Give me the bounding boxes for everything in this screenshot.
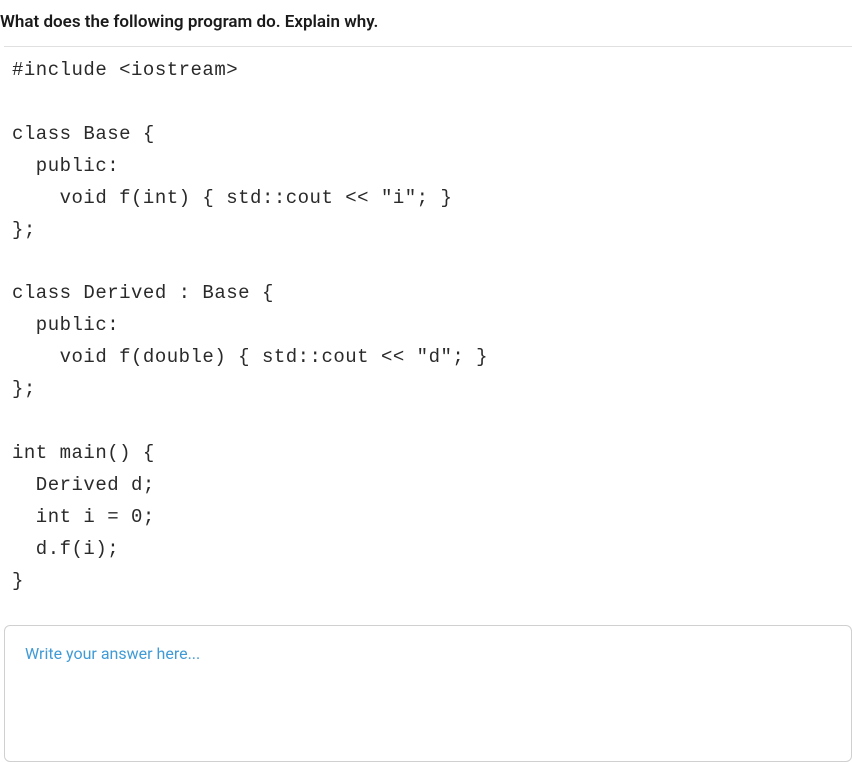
answer-box[interactable] bbox=[4, 625, 852, 762]
code-container: #include <iostream> class Base { public:… bbox=[4, 46, 852, 617]
answer-input[interactable] bbox=[23, 642, 837, 741]
question-title: What does the following program do. Expl… bbox=[0, 0, 852, 46]
code-block: #include <iostream> class Base { public:… bbox=[12, 55, 844, 597]
